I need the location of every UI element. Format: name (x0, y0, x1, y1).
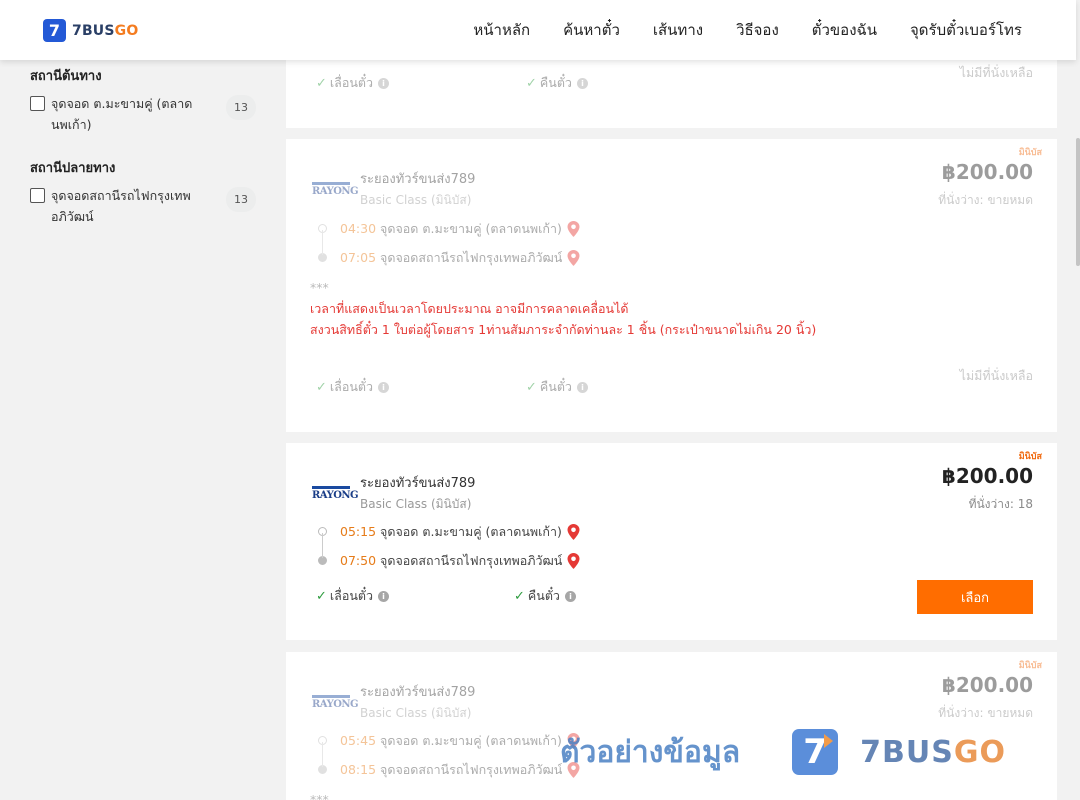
filter-sidebar: สถานีต้นทาง จุดจอด ต.มะขามคู่ (ตลาดนพเก้… (30, 60, 256, 227)
nav-ticket-pickup[interactable]: จุดรับตั๋วเบอร์โทร (910, 18, 1022, 42)
bus-type-badge: มินิบัส (1018, 661, 1042, 671)
arrival-time: 07:50 (340, 553, 377, 568)
operator-name: ระยองทัวร์ขนส่ง789 (360, 172, 476, 187)
trip-card: มินิบัส RAYONG ระยองทัวร์ขนส่ง789 Basic … (286, 139, 1057, 432)
origin-filter-item[interactable]: จุดจอด ต.มะขามคู่ (ตลาดนพเก้า) 13 (30, 95, 256, 135)
destination-filter: สถานีปลายทาง จุดจอดสถานีรถไฟกรุงเทพอภิวั… (30, 157, 256, 227)
departure-time: 05:45 (340, 733, 377, 748)
nav-home[interactable]: หน้าหลัก (473, 18, 530, 42)
departure-stop: 04:30 จุดจอด ต.มะขามคู่ (ตลาดนพเก้า) (318, 214, 580, 243)
origin-checkbox[interactable] (30, 96, 45, 111)
logo-icon: 7 (43, 19, 66, 42)
check-icon: ✓ (316, 588, 327, 604)
change-ticket-feature: ✓ เลื่อนตั๋ว i (316, 377, 390, 397)
info-icon[interactable]: i (576, 381, 588, 393)
bus-class: Basic Class (มินิบัส) (360, 193, 472, 207)
bus-class: Basic Class (มินิบัส) (360, 497, 472, 511)
site-logo[interactable]: 7 7BUSGO (43, 19, 138, 42)
nav-my-tickets[interactable]: ตั๋วของฉัน (812, 18, 877, 42)
trip-stops: 04:30 จุดจอด ต.มะขามคู่ (ตลาดนพเก้า) 07:0… (318, 214, 580, 272)
info-icon[interactable]: i (378, 381, 390, 393)
origin-filter-title: สถานีต้นทาง (30, 69, 102, 84)
operator-logo: RAYONG (312, 181, 359, 197)
scroll-thumb[interactable] (1076, 138, 1080, 266)
trip-card-partial: ✓ เลื่อนตั๋ว i ✓ คืนตั๋ว i ไม่มีที่นั่งเหลือ (286, 60, 1057, 128)
trip-card: มินิบัส RAYONG ระยองทัวร์ขนส่ง789 Basic … (286, 652, 1057, 800)
departure-time: 04:30 (340, 221, 377, 236)
map-pin-icon[interactable] (567, 761, 580, 778)
bus-type-badge: มินิบัส (1018, 452, 1042, 462)
destination-count-badge: 13 (226, 187, 256, 212)
top-header: 7 7BUSGO หน้าหลัก ค้นหาตั๋ว เส้นทาง วิธี… (0, 0, 1076, 60)
destination-filter-label: จุดจอดสถานีรถไฟกรุงเทพอภิวัฒน์ (51, 188, 191, 224)
refund-ticket-feature: ✓ คืนตั๋ว i (526, 377, 588, 397)
trip-price: ฿200.00 (941, 673, 1033, 697)
map-pin-icon[interactable] (567, 552, 580, 569)
check-icon: ✓ (316, 75, 327, 91)
trip-price: ฿200.00 (941, 464, 1033, 488)
seat-availability: ที่นั่งว่าง: 18 (968, 497, 1033, 511)
trip-note: *** (310, 792, 329, 800)
arrival-time: 07:05 (340, 250, 377, 265)
destination-checkbox[interactable] (30, 188, 45, 203)
operator-info: RAYONG ระยองทัวร์ขนส่ง789 Basic Class (ม… (312, 681, 475, 723)
check-icon: ✓ (316, 379, 327, 395)
nav-how-to-book[interactable]: วิธีจอง (736, 18, 779, 42)
operator-logo: RAYONG (312, 485, 359, 501)
departure-stop: 05:15 จุดจอด ต.มะขามคู่ (ตลาดนพเก้า) (318, 517, 580, 546)
info-icon[interactable]: i (378, 590, 390, 602)
origin-count-badge: 13 (226, 95, 256, 120)
origin-filter-label: จุดจอด ต.มะขามคู่ (ตลาดนพเก้า) (51, 96, 193, 132)
operator-name: ระยองทัวร์ขนส่ง789 (360, 476, 476, 491)
select-trip-button[interactable]: เลือก (917, 580, 1033, 614)
refund-ticket-feature: ✓ คืนตั๋ว i (526, 73, 588, 93)
trip-stops: 05:15 จุดจอด ต.มะขามคู่ (ตลาดนพเก้า) 07:5… (318, 517, 580, 575)
seat-availability: ที่นั่งว่าง: ขายหมด (938, 193, 1033, 207)
map-pin-icon[interactable] (567, 249, 580, 266)
note-warning-line1: เวลาที่แสดงเป็นเวลาโดยประมาณ อาจมีการคลา… (310, 301, 629, 316)
seat-availability: ที่นั่งว่าง: ขายหมด (938, 706, 1033, 720)
no-seats-text: ไม่มีที่นั่งเหลือ (959, 368, 1033, 383)
check-icon: ✓ (514, 588, 525, 604)
nav-search-ticket[interactable]: ค้นหาตั๋ว (563, 18, 620, 42)
page-scrollbar[interactable] (1076, 0, 1080, 800)
arrival-stop: 07:50 จุดจอดสถานีรถไฟกรุงเทพอภิวัฒน์ (318, 546, 580, 575)
trip-price: ฿200.00 (941, 160, 1033, 184)
departure-time: 05:15 (340, 524, 377, 539)
arrival-stop: 07:05 จุดจอดสถานีรถไฟกรุงเทพอภิวัฒน์ (318, 243, 580, 272)
operator-logo: RAYONG (312, 694, 359, 710)
change-ticket-feature: ✓ เลื่อนตั๋ว i (316, 73, 390, 93)
nav-routes[interactable]: เส้นทาง (653, 18, 703, 42)
check-icon: ✓ (526, 379, 537, 395)
map-pin-icon[interactable] (567, 220, 580, 237)
bus-class: Basic Class (มินิบัส) (360, 706, 472, 720)
departure-stop: 05:45 จุดจอด ต.มะขามคู่ (ตลาดนพเก้า) (318, 726, 580, 755)
operator-info: RAYONG ระยองทัวร์ขนส่ง789 Basic Class (ม… (312, 168, 475, 210)
bus-type-badge: มินิบัส (1018, 148, 1042, 158)
map-pin-icon[interactable] (567, 523, 580, 540)
info-icon[interactable]: i (378, 77, 390, 89)
map-pin-icon[interactable] (567, 732, 580, 749)
trip-note: *** เวลาที่แสดงเป็นเวลาโดยประมาณ อาจมีกา… (310, 277, 816, 340)
operator-name: ระยองทัวร์ขนส่ง789 (360, 685, 476, 700)
info-icon[interactable]: i (576, 77, 588, 89)
arrival-stop: 08:15 จุดจอดสถานีรถไฟกรุงเทพอภิวัฒน์ (318, 755, 580, 784)
destination-filter-title: สถานีปลายทาง (30, 161, 116, 176)
operator-info: RAYONG ระยองทัวร์ขนส่ง789 Basic Class (ม… (312, 472, 475, 514)
main-nav: หน้าหลัก ค้นหาตั๋ว เส้นทาง วิธีจอง ตั๋วข… (440, 0, 1022, 60)
destination-filter-item[interactable]: จุดจอดสถานีรถไฟกรุงเทพอภิวัฒน์ 13 (30, 187, 256, 227)
origin-filter: สถานีต้นทาง จุดจอด ต.มะขามคู่ (ตลาดนพเก้… (30, 65, 256, 135)
no-seats-text: ไม่มีที่นั่งเหลือ (959, 65, 1033, 80)
arrival-time: 08:15 (340, 762, 377, 777)
info-icon[interactable]: i (564, 590, 576, 602)
change-ticket-feature: ✓ เลื่อนตั๋ว i (316, 586, 390, 606)
refund-ticket-feature: ✓ คืนตั๋ว i (514, 586, 576, 606)
check-icon: ✓ (526, 75, 537, 91)
trip-card-available: มินิบัส RAYONG ระยองทัวร์ขนส่ง789 Basic … (286, 443, 1057, 640)
trip-stops: 05:45 จุดจอด ต.มะขามคู่ (ตลาดนพเก้า) 08:1… (318, 726, 580, 784)
note-warning-line2: สงวนสิทธิ์ตั๋ว 1 ใบต่อผู้โดยสาร 1ท่านสัม… (310, 322, 817, 337)
